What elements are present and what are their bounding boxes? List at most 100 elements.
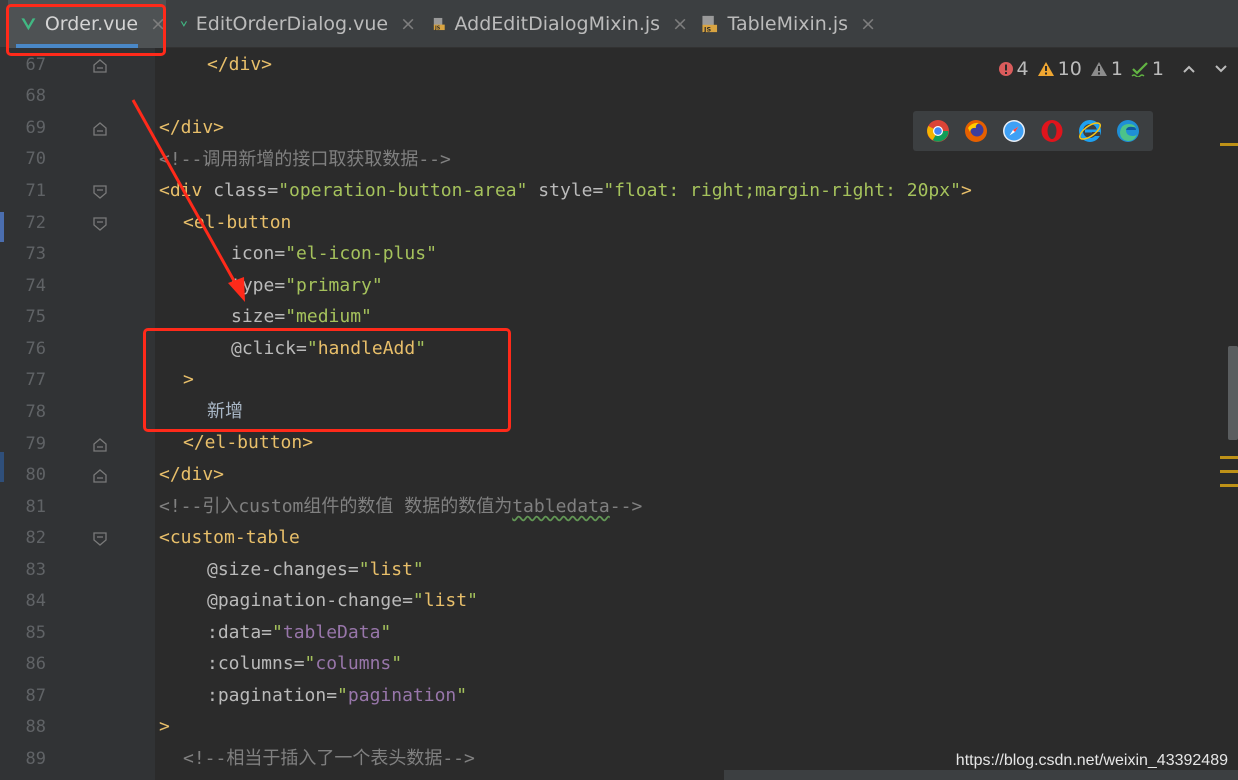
horizontal-scrollbar[interactable] — [724, 770, 1238, 780]
js-file-icon: JS — [433, 17, 445, 31]
code-line-84: @pagination-change="list" — [207, 585, 478, 617]
browser-preview-toolbar — [913, 111, 1153, 151]
line-number: 83 — [25, 560, 46, 580]
code-token: <div — [159, 180, 203, 201]
code-line-80: </div> — [159, 459, 224, 491]
code-line-71: <div class="operation-button-area" style… — [159, 175, 972, 207]
code-comment: tabledata — [512, 496, 610, 517]
code-comment: <!--相当于插入了一个表头数据--> — [183, 748, 475, 769]
code-token: pagination — [347, 685, 457, 706]
code-token: " — [412, 590, 424, 611]
inspection-widget[interactable]: 4 10 1 1 — [998, 56, 1228, 82]
close-icon[interactable]: × — [150, 13, 166, 35]
warning-stripe[interactable] — [1220, 143, 1238, 146]
warning-stripe[interactable] — [1220, 456, 1238, 459]
line-number: 87 — [25, 686, 46, 706]
code-token: " — [304, 653, 316, 674]
warning-icon — [1037, 62, 1054, 76]
line-number: 76 — [25, 339, 46, 359]
tab-edit-order-dialog-vue[interactable]: EditOrderDialog.vue × — [172, 0, 416, 48]
next-highlight-icon[interactable] — [1214, 64, 1228, 74]
code-token: :pagination= — [207, 685, 338, 706]
code-token: " — [380, 622, 392, 643]
code-editor[interactable]: </div> </div> <!--调用新增的接口取获取数据--> <div c… — [155, 48, 1225, 780]
ide-window: Order.vue × EditOrderDialog.vue × JS Add… — [0, 0, 1238, 780]
code-token: tableData — [282, 622, 381, 643]
code-token: @size-changes= — [207, 559, 359, 580]
vertical-scrollbar-thumb[interactable] — [1228, 346, 1238, 440]
error-count[interactable]: 4 — [998, 58, 1029, 80]
warning-stripe[interactable] — [1220, 470, 1238, 473]
ie-icon[interactable] — [1078, 119, 1102, 143]
line-number: 81 — [25, 497, 46, 517]
line-number: 77 — [25, 370, 46, 390]
fold-end-icon[interactable] — [93, 122, 107, 136]
opera-icon[interactable] — [1040, 119, 1064, 143]
line-number: 70 — [25, 149, 46, 169]
code-token: <el-button — [183, 212, 292, 233]
line-number: 85 — [25, 623, 46, 643]
warning-count-value: 10 — [1057, 58, 1082, 80]
previous-highlight-icon[interactable] — [1182, 64, 1196, 74]
code-line-89: <!--相当于插入了一个表头数据--> — [183, 743, 475, 775]
close-icon[interactable]: × — [860, 13, 876, 35]
line-number: 78 — [25, 402, 46, 422]
code-token: @click= — [231, 338, 307, 359]
line-number: 79 — [25, 434, 46, 454]
code-token: " — [415, 338, 427, 359]
typo-count[interactable]: 1 — [1131, 58, 1164, 80]
error-count-value: 4 — [1016, 58, 1029, 80]
tab-add-edit-dialog-mixin-js[interactable]: JS AddEditDialogMixin.js × — [424, 0, 688, 48]
firefox-icon[interactable] — [964, 119, 988, 143]
line-number: 69 — [25, 118, 46, 138]
fold-end-icon[interactable] — [93, 59, 107, 73]
code-line-75: size="medium" — [231, 301, 372, 333]
tab-order-vue[interactable]: Order.vue × — [8, 0, 166, 48]
code-line-86: :columns="columns" — [207, 648, 402, 680]
tab-table-mixin-js[interactable]: JS TableMixin.js × — [692, 0, 876, 48]
code-line-79: </el-button> — [183, 427, 313, 459]
edge-icon[interactable] — [1116, 119, 1140, 143]
warning-stripe[interactable] — [1220, 484, 1238, 487]
tab-label: EditOrderDialog.vue — [195, 13, 389, 35]
code-token: "float: right;margin-right: 20px" — [603, 180, 961, 201]
chrome-icon[interactable] — [926, 119, 950, 143]
code-token: " — [358, 559, 370, 580]
fold-start-icon[interactable] — [93, 185, 107, 199]
code-token: " — [412, 559, 424, 580]
code-token: > — [183, 369, 194, 390]
fold-start-icon[interactable] — [93, 217, 107, 231]
fold-start-icon[interactable] — [93, 532, 107, 546]
error-icon — [998, 62, 1013, 76]
code-token: type= — [231, 275, 286, 296]
close-icon[interactable]: × — [672, 13, 688, 35]
typo-count-value: 1 — [1151, 58, 1164, 80]
code-line-78: 新增 — [207, 396, 243, 428]
code-comment: <!--引入custom组件的数值 数据的数值为 — [159, 496, 513, 517]
weak-warning-count-value: 1 — [1110, 58, 1123, 80]
line-number: 88 — [25, 717, 46, 737]
code-line-83: @size-changes="list" — [207, 554, 424, 586]
warning-count[interactable]: 10 — [1037, 58, 1082, 80]
code-line-73: icon="el-icon-plus" — [231, 238, 437, 270]
tab-label: AddEditDialogMixin.js — [454, 13, 661, 35]
code-line-72: <el-button — [183, 207, 291, 239]
code-line-70: <!--调用新增的接口取获取数据--> — [159, 144, 451, 176]
code-token: "primary" — [285, 275, 383, 296]
code-token: "operation-button-area" — [278, 180, 528, 201]
code-token: > — [159, 716, 170, 737]
fold-end-icon[interactable] — [93, 438, 107, 452]
code-token: " — [306, 338, 318, 359]
fold-end-icon[interactable] — [93, 469, 107, 483]
close-icon[interactable]: × — [400, 13, 416, 35]
code-token: icon= — [231, 243, 286, 264]
code-token: columns — [315, 653, 392, 674]
code-token: </div> — [159, 117, 225, 138]
line-number: 89 — [25, 749, 46, 769]
weak-warning-count[interactable]: 1 — [1090, 58, 1123, 80]
watermark: https://blog.csdn.net/weixin_43392489 — [955, 752, 1228, 769]
line-number-gutter: 67 68 69 70 71 72 73 74 75 76 77 78 79 8… — [0, 48, 155, 780]
safari-icon[interactable] — [1002, 119, 1026, 143]
svg-text:JS: JS — [703, 25, 711, 33]
code-token: <custom-table — [159, 527, 300, 548]
